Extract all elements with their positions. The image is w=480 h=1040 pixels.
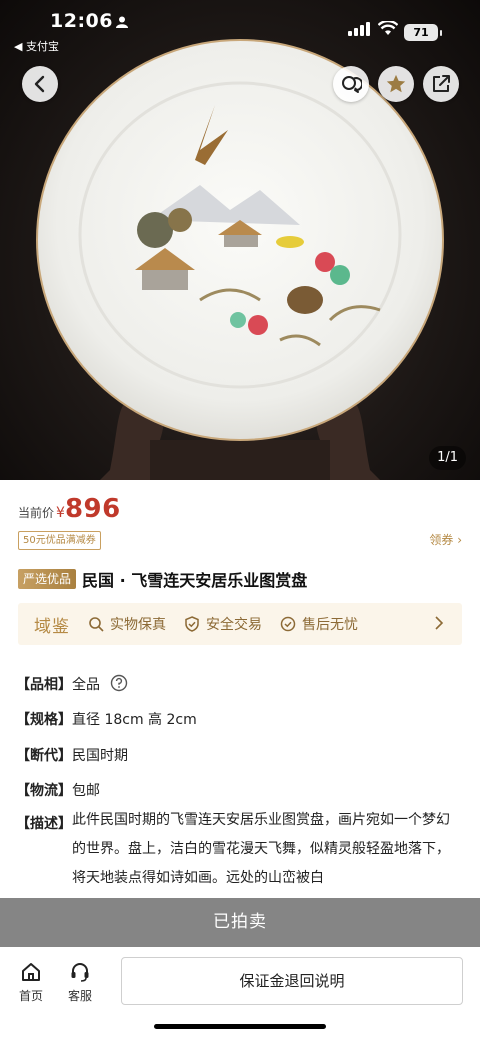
- chevron-right-icon: [435, 616, 444, 630]
- product-title-row: 严选优品 民国 · 飞雪连天安居乐业图赏盘: [18, 567, 307, 591]
- attr-spec: 【规格】 直径 18cm 高 2cm: [16, 709, 197, 729]
- status-bar: 12:06 ◀ 支付宝 71: [0, 0, 480, 54]
- attr-spec-key: 【规格】: [16, 712, 72, 728]
- bottom-bar: 首页 客服 保证金退回说明: [0, 947, 480, 1040]
- home-indicator: [154, 1024, 326, 1029]
- price-label: 当前价: [18, 506, 55, 520]
- guarantee-aftersale-label: 售后无忧: [302, 617, 358, 633]
- customer-service-tab[interactable]: 客服: [60, 961, 100, 1004]
- home-icon: [22, 963, 40, 981]
- price-currency: ¥: [56, 505, 65, 521]
- product-image[interactable]: 12:06 ◀ 支付宝 71 1/1: [0, 0, 480, 480]
- guarantee-aftersale: 售后无忧: [280, 614, 358, 634]
- search-icon: [89, 617, 104, 632]
- back-button[interactable]: [22, 66, 58, 102]
- battery-indicator: 71: [404, 24, 442, 41]
- attr-era-key: 【断代】: [16, 748, 72, 764]
- chevron-left-icon: [34, 75, 45, 93]
- attr-condition-value: 全品: [72, 677, 100, 693]
- person-icon: [116, 16, 128, 28]
- image-counter: 1/1: [429, 446, 466, 470]
- attr-description-value: 此件民国时期的飞雪连天安居乐业图赏盘，画片宛如一个梦幻的世界。盘上，洁白的雪花漫…: [72, 812, 450, 886]
- guarantee-safe-label: 安全交易: [206, 617, 262, 633]
- chat-bubble-icon: [342, 76, 362, 93]
- home-tab-label: 首页: [18, 989, 43, 1003]
- attr-spec-value: 直径 18cm 高 2cm: [72, 712, 197, 728]
- favorite-button[interactable]: [378, 66, 414, 102]
- help-icon[interactable]: [110, 674, 128, 692]
- customer-service-button[interactable]: [333, 66, 369, 102]
- attr-shipping-key: 【物流】: [16, 783, 72, 799]
- signal-icon: [348, 21, 370, 36]
- attr-shipping-value: 包邮: [72, 783, 100, 799]
- guarantee-authentic-label: 实物保真: [110, 617, 166, 633]
- attr-description-key: 【描述】: [16, 816, 72, 832]
- share-icon: [433, 75, 450, 92]
- home-tab[interactable]: 首页: [11, 961, 51, 1004]
- shield-check-icon: [185, 616, 199, 632]
- price-row: 当前价 ¥ 896: [18, 494, 121, 524]
- current-price: 896: [64, 494, 121, 524]
- product-title: 民国 · 飞雪连天安居乐业图赏盘: [82, 571, 308, 590]
- coupon-tag: 50元优品满减券: [18, 531, 101, 550]
- wifi-icon: [378, 21, 398, 35]
- deposit-refund-button[interactable]: 保证金退回说明: [121, 957, 463, 1005]
- guarantee-brand: 域鉴: [34, 616, 70, 637]
- attr-description: 【描述】 此件民国时期的飞雪连天安居乐业图赏盘，画片宛如一个梦幻的世界。盘上，洁…: [16, 812, 462, 893]
- get-coupon-link[interactable]: 领券 ›: [429, 531, 462, 548]
- attr-condition-key: 【品相】: [16, 677, 72, 693]
- guarantee-bar[interactable]: 域鉴 实物保真 安全交易 售后无忧: [18, 603, 462, 645]
- headset-icon: [71, 963, 89, 982]
- status-icons: [348, 21, 398, 36]
- share-button[interactable]: [423, 66, 459, 102]
- status-time: 12:06: [50, 10, 113, 32]
- attr-shipping: 【物流】 包邮: [16, 780, 100, 800]
- guarantee-safe: 安全交易: [184, 614, 262, 634]
- back-to-app-link[interactable]: ◀ 支付宝: [14, 38, 59, 54]
- attr-era-value: 民国时期: [72, 748, 128, 764]
- attr-era: 【断代】 民国时期: [16, 745, 128, 765]
- check-circle-icon: [280, 616, 296, 632]
- sold-banner: 已拍卖: [0, 898, 480, 947]
- guarantee-authentic: 实物保真: [88, 614, 166, 634]
- attr-condition: 【品相】 全品: [16, 674, 128, 694]
- premium-badge: 严选优品: [18, 569, 77, 589]
- star-icon: [386, 74, 406, 93]
- customer-service-tab-label: 客服: [67, 989, 92, 1003]
